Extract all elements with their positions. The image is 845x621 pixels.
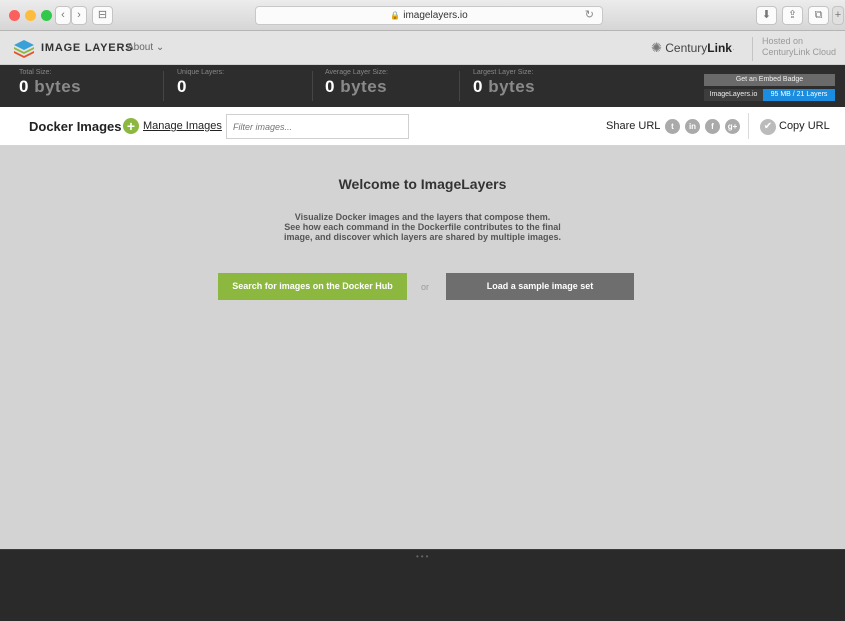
header-divider — [752, 37, 753, 61]
check-circle-icon[interactable]: ✔ — [760, 119, 776, 135]
stat-divider — [163, 71, 164, 101]
copy-url-button[interactable]: Copy URL — [779, 120, 830, 132]
stat-divider — [312, 71, 313, 101]
or-separator: or — [421, 282, 430, 292]
stat-number: 0 — [473, 77, 483, 96]
stat-number: 0 — [19, 77, 29, 96]
badge-site-label[interactable]: ImageLayers.io — [704, 89, 763, 101]
share-url-label: Share URL — [606, 120, 661, 132]
hosted-on-text: Hosted on CenturyLink Cloud — [762, 36, 836, 58]
stat-largest-layer-size: Largest Layer Size: 0 bytes — [473, 69, 535, 103]
linkedin-icon[interactable]: in — [685, 119, 700, 134]
resize-handle[interactable]: ••• — [416, 552, 430, 561]
facebook-icon[interactable]: f — [705, 119, 720, 134]
brand-title[interactable]: IMAGE LAYERS — [41, 42, 133, 54]
welcome-description: Visualize Docker images and the layers t… — [0, 212, 845, 242]
stat-average-layer-size: Average Layer Size: 0 bytes — [325, 69, 388, 103]
filter-images-input[interactable] — [226, 114, 409, 139]
stat-unit: bytes — [334, 77, 388, 96]
badge-size-label[interactable]: 95 MB / 21 Layers — [763, 89, 835, 101]
docker-images-title: Docker Images — [29, 119, 122, 134]
forward-button[interactable]: › — [71, 6, 87, 25]
share-button[interactable]: ⇪ — [782, 6, 803, 25]
stat-value: 0 bytes — [325, 77, 388, 97]
centurylink-prefix: Century — [665, 41, 708, 55]
app-header: IMAGE LAYERS About ⌄ ✺ CenturyLink· Host… — [0, 31, 845, 65]
centurylink-burst-icon: ✺ — [651, 40, 662, 55]
stat-number: 0 — [177, 77, 187, 96]
reload-icon[interactable]: ↻ — [585, 7, 594, 24]
sidebar-toggle-button[interactable]: ⊟ — [92, 6, 113, 25]
search-docker-hub-button[interactable]: Search for images on the Docker Hub — [218, 273, 407, 300]
twitter-icon[interactable]: t — [665, 119, 680, 134]
stat-unit: bytes — [482, 77, 536, 96]
embed-badge-button[interactable]: Get an Embed Badge — [704, 74, 835, 86]
new-tab-button[interactable]: + — [832, 6, 844, 25]
add-circle-icon[interactable]: + — [123, 118, 139, 134]
tabs-button[interactable]: ⧉ — [808, 6, 829, 25]
description-line-1: Visualize Docker images and the layers t… — [294, 212, 551, 222]
description-line-2: See how each command in the Dockerfile c… — [284, 222, 561, 232]
lock-icon: 🔒 — [390, 11, 401, 20]
stat-label: Unique Layers: — [177, 69, 225, 76]
centurylink-logo[interactable]: ✺ CenturyLink· — [651, 40, 735, 56]
zoom-window-button[interactable] — [41, 10, 52, 21]
stat-label: Average Layer Size: — [325, 69, 388, 76]
stat-total-size: Total Size: 0 bytes — [19, 69, 81, 103]
close-window-button[interactable] — [9, 10, 20, 21]
stat-label: Largest Layer Size: — [473, 69, 534, 76]
minimize-window-button[interactable] — [25, 10, 36, 21]
centurylink-mark: · — [731, 45, 735, 54]
toolbar-divider — [748, 113, 749, 139]
stat-unit: bytes — [28, 77, 82, 96]
stat-number: 0 — [325, 77, 335, 96]
description-line-3: image, and discover which layers are sha… — [283, 232, 562, 242]
stat-label: Total Size: — [19, 69, 52, 76]
load-sample-button[interactable]: Load a sample image set — [446, 273, 634, 300]
hosted-line-2: CenturyLink Cloud — [762, 47, 837, 57]
images-toolbar: Docker Images + Manage Images Share URL … — [0, 107, 845, 146]
download-button[interactable]: ⬇ — [756, 6, 777, 25]
stat-divider — [459, 71, 460, 101]
centurylink-bold: Link — [707, 41, 732, 55]
back-button[interactable]: ‹ — [55, 6, 71, 25]
welcome-heading: Welcome to ImageLayers — [338, 176, 507, 192]
hosted-line-1: Hosted on — [762, 36, 804, 46]
stat-unique-layers: Unique Layers: 0 — [177, 69, 224, 103]
stat-value: 0 bytes — [473, 77, 535, 97]
layers-panel: ••• — [0, 549, 845, 621]
stat-value: 0 bytes — [19, 77, 81, 97]
about-menu[interactable]: About ⌄ — [127, 42, 164, 53]
address-bar[interactable]: 🔒 imagelayers.io ↻ — [255, 6, 603, 25]
google-plus-icon[interactable]: g+ — [725, 119, 740, 134]
manage-images-link[interactable]: Manage Images — [143, 120, 222, 132]
browser-toolbar: ‹ › ⊟ 🔒 imagelayers.io ↻ ⬇ ⇪ ⧉ + — [0, 0, 845, 31]
welcome-panel: Welcome to ImageLayers Visualize Docker … — [0, 146, 845, 549]
url-text: imagelayers.io — [403, 10, 468, 21]
imagelayers-logo-icon — [14, 40, 34, 58]
stat-value: 0 — [177, 77, 224, 97]
